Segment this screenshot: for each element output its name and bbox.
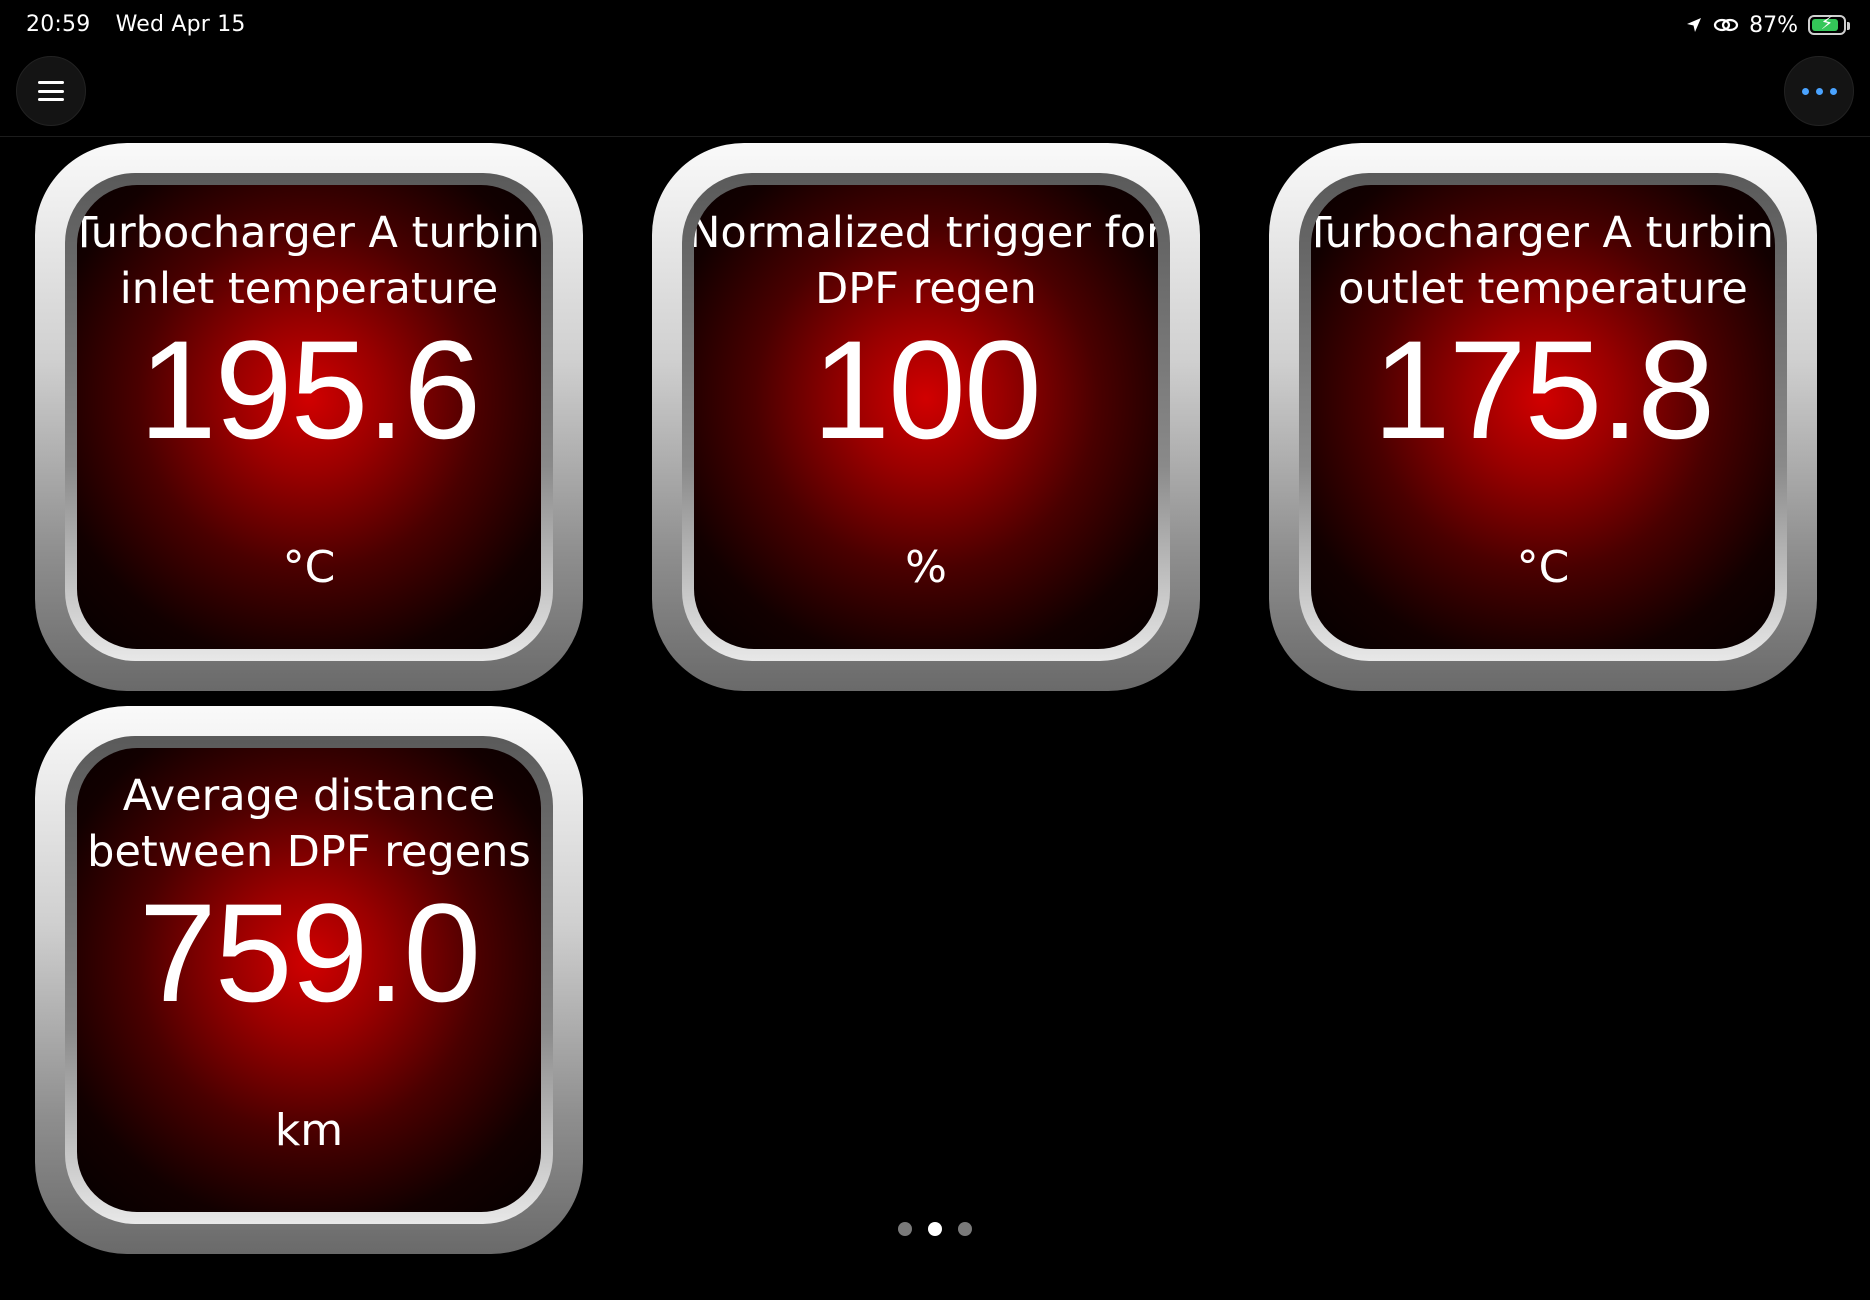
gauge-turbine-inlet-temperature[interactable]: Turbocharger A turbine inlet temperature… [35,143,583,691]
hamburger-menu-icon [38,81,64,101]
gauge-title-line1: Turbocharger A turbine [77,208,541,258]
gauge-value: 100 [812,311,1042,468]
battery-percent: 87% [1749,12,1798,38]
status-time: 20:59 [26,12,91,37]
gauge-title: Turbocharger A turbine outlet temperatur… [1311,205,1775,317]
gauge-value: 759.0 [138,874,481,1031]
status-indicators: 87% ⚡ [1685,10,1850,40]
gauge-title-line2: DPF regen [815,264,1037,314]
gauge-title-line2: inlet temperature [119,264,499,314]
battery-cap [1847,22,1850,30]
ellipsis-more-icon [1801,87,1837,95]
gauge-title-line1: Normalized trigger for [694,208,1158,258]
gauge-face: Turbocharger A turbine inlet temperature… [77,185,541,649]
gauge-title-line1: Turbocharger A turbine [1311,208,1775,258]
gauge-title: Turbocharger A turbine inlet temperature [77,205,541,317]
status-date: Wed Apr 15 [115,12,246,37]
gauge-title: Normalized trigger for DPF regen [694,205,1158,317]
gauge-value: 195.6 [138,311,481,468]
gauge-unit: km [274,1105,344,1156]
gauge-value: 175.8 [1372,311,1715,468]
gauge-face: Turbocharger A turbine outlet temperatur… [1311,185,1775,649]
toolbar [0,50,1870,137]
page-indicator[interactable] [0,1222,1870,1236]
gauge-unit: °C [282,542,336,593]
page-dot[interactable] [958,1222,972,1236]
dashboard-screen: 20:59 Wed Apr 15 87% ⚡ Turbocharger A tu… [0,0,1870,1300]
gauge-face: Average distance between DPF regens 759.… [77,748,541,1212]
gauge-unit: % [905,542,947,593]
location-arrow-icon [1687,18,1702,32]
gauge-turbine-outlet-temperature[interactable]: Turbocharger A turbine outlet temperatur… [1269,143,1817,691]
gauge-title-line1: Average distance [122,771,496,821]
gauge-title-line2: outlet temperature [1338,264,1748,314]
menu-button[interactable] [16,56,86,126]
gauge-title-line2: between DPF regens [87,827,531,877]
gauge-average-dpf-regen-distance[interactable]: Average distance between DPF regens 759.… [35,706,583,1254]
bolt-icon: ⚡ [1820,13,1834,34]
battery-charging-icon: ⚡ [1808,13,1850,35]
more-options-button[interactable] [1784,56,1854,126]
gauge-title: Average distance between DPF regens [77,768,541,880]
gauge-unit: °C [1516,542,1570,593]
gauge-dpf-regen-trigger[interactable]: Normalized trigger for DPF regen 100 % [652,143,1200,691]
status-bar: 20:59 Wed Apr 15 87% ⚡ [0,0,1870,50]
page-dot[interactable] [928,1222,942,1236]
page-dot[interactable] [898,1222,912,1236]
gauge-face: Normalized trigger for DPF regen 100 % [694,185,1158,649]
status-time-date: 20:59 Wed Apr 15 [26,12,264,37]
link-icon [1713,18,1739,32]
